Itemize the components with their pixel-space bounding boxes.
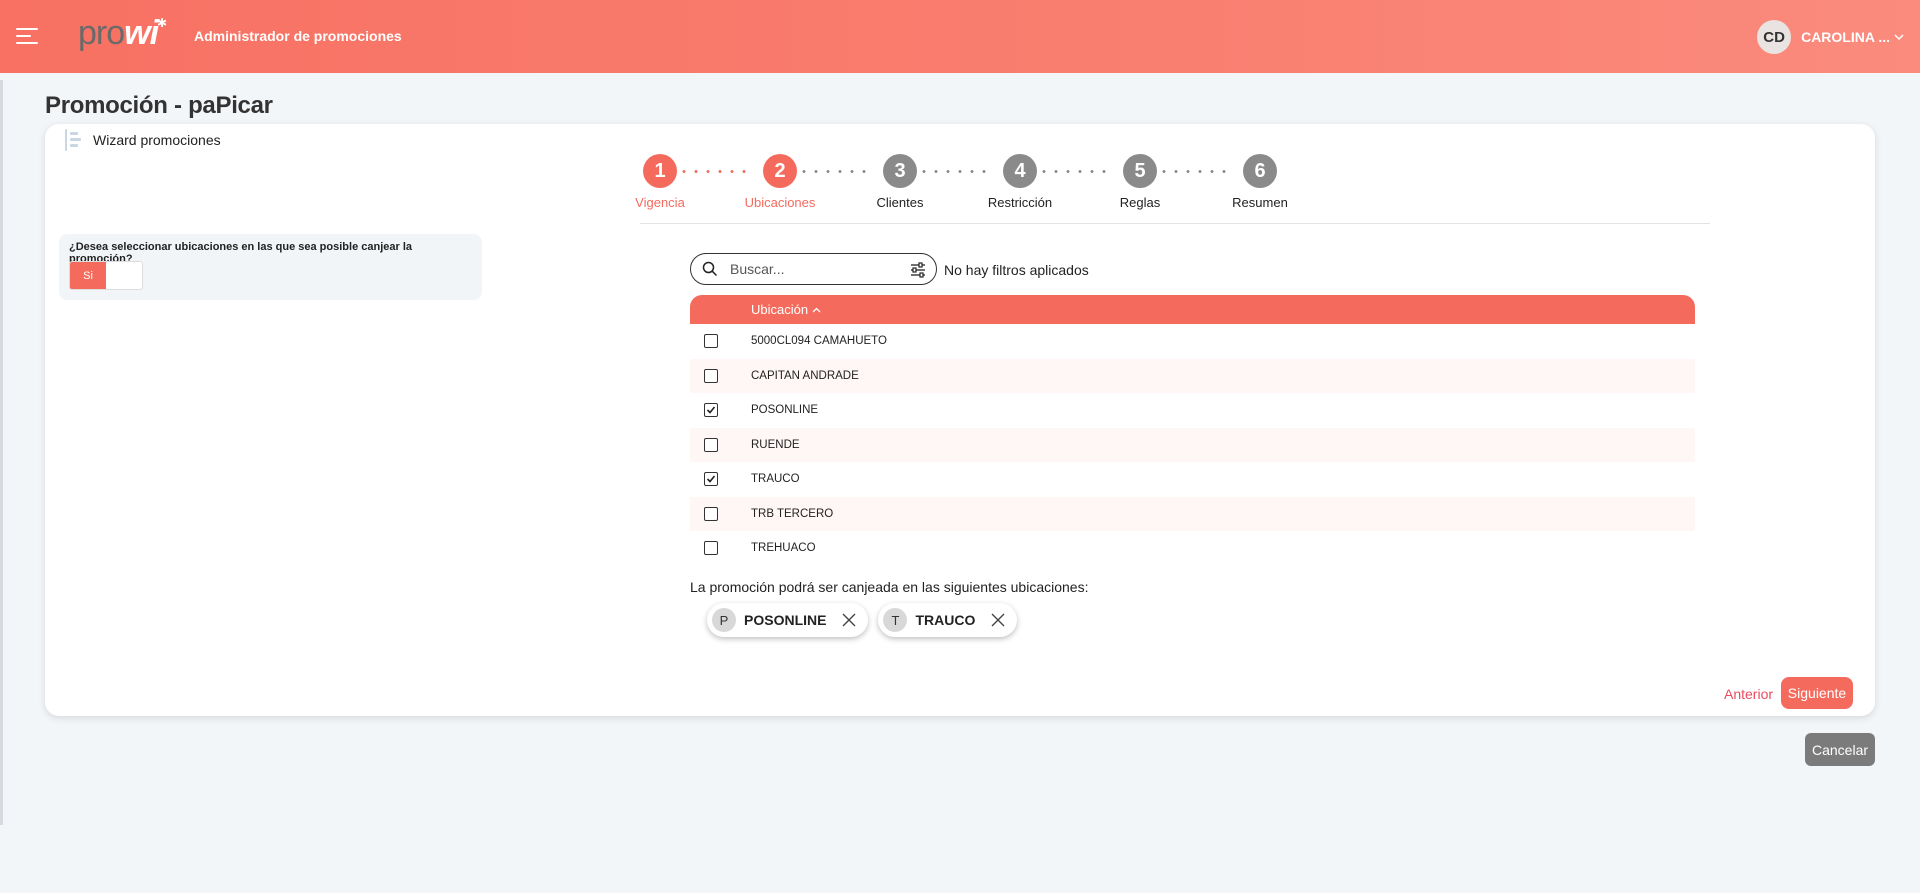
close-icon[interactable]	[987, 609, 1009, 631]
row-checkbox[interactable]	[704, 541, 718, 556]
table-row[interactable]: TREHUACO	[690, 531, 1695, 566]
step-label: Vigencia	[635, 195, 685, 210]
row-checkbox[interactable]	[704, 437, 718, 452]
row-checkbox[interactable]	[704, 472, 718, 487]
app-title: Administrador de promociones	[194, 28, 402, 44]
filter-icon[interactable]	[910, 262, 926, 278]
previous-button[interactable]: Anterior	[1724, 686, 1773, 702]
chip-label: POSONLINE	[744, 612, 827, 628]
location-name: POSONLINE	[751, 404, 819, 417]
step-number: 4	[1003, 154, 1037, 188]
step-clientes[interactable]: 3 Clientes	[850, 154, 950, 210]
top-bar: prowi ✱ Administrador de promociones CD C…	[0, 0, 1920, 73]
search-icon	[702, 261, 718, 277]
page-title: Promoción - paPicar	[45, 92, 273, 119]
column-header-ubicacion[interactable]: Ubicación	[751, 302, 821, 317]
chevron-down-icon	[1894, 30, 1904, 44]
table-row[interactable]: CAPITAN ANDRADE	[690, 358, 1695, 393]
step-label: Reglas	[1119, 195, 1161, 210]
step-number: 1	[643, 154, 677, 188]
table-row[interactable]: TRAUCO	[690, 462, 1695, 497]
selected-chips: P POSONLINE T TRAUCO	[707, 603, 1018, 637]
row-checkbox[interactable]	[704, 403, 718, 418]
chip-label: TRAUCO	[915, 612, 976, 628]
step-number: 5	[1123, 154, 1157, 188]
close-icon[interactable]	[838, 609, 860, 631]
step-reglas[interactable]: 5 Reglas	[1090, 154, 1190, 210]
step-restriccion[interactable]: 4 Restricción	[970, 154, 1070, 210]
stepper-divider	[640, 223, 1710, 224]
step-label: Clientes	[876, 195, 924, 210]
location-name: TRB TERCERO	[751, 507, 834, 520]
selected-locations-info: La promoción podrá ser canjeada en las s…	[690, 579, 1089, 595]
step-vigencia[interactable]: 1 Vigencia	[610, 154, 710, 210]
toggle-on-label: Si	[70, 262, 106, 289]
column-header-label: Ubicación	[751, 302, 809, 317]
search-box	[690, 253, 937, 285]
menu-icon[interactable]	[16, 28, 38, 46]
table-header: Ubicación	[690, 295, 1695, 324]
next-button[interactable]: Siguiente	[1781, 677, 1853, 709]
avatar: CD	[1757, 20, 1792, 54]
table-row[interactable]: 5000CL094 CAMAHUETO	[690, 324, 1695, 359]
step-resumen[interactable]: 6 Resumen	[1210, 154, 1310, 210]
step-number: 3	[883, 154, 917, 188]
chip-trauco: T TRAUCO	[878, 603, 1018, 637]
step-number: 6	[1243, 154, 1277, 188]
locations-toggle[interactable]: Si	[69, 261, 143, 290]
user-menu[interactable]: CD CAROLINA ...	[1757, 20, 1904, 54]
step-ubicaciones[interactable]: 2 Ubicaciones	[730, 154, 830, 210]
location-name: TREHUACO	[751, 542, 816, 555]
wizard-label: Wizard promociones	[63, 129, 221, 151]
question-panel: ¿Desea seleccionar ubicaciones en las qu…	[59, 234, 482, 300]
row-checkbox[interactable]	[704, 506, 718, 521]
location-name: CAPITAN ANDRADE	[751, 369, 859, 382]
wizard-label-text: Wizard promociones	[93, 132, 221, 148]
chip-avatar: P	[712, 608, 736, 632]
sidebar-edge	[0, 80, 3, 825]
step-label: Ubicaciones	[744, 195, 816, 210]
location-name: TRAUCO	[751, 473, 800, 486]
wizard-icon	[63, 129, 83, 151]
user-name: CAROLINA ...	[1801, 29, 1890, 45]
wizard-stepper: 1 Vigencia 2 Ubicaciones 3 Clientes 4 Re…	[610, 154, 1288, 224]
row-checkbox[interactable]	[704, 334, 718, 349]
search-input[interactable]	[730, 261, 890, 277]
cancel-button[interactable]: Cancelar	[1805, 733, 1875, 766]
locations-table: Ubicación 5000CL094 CAMAHUETO CAPITAN AN…	[690, 295, 1695, 566]
sort-asc-icon	[812, 302, 821, 317]
table-row[interactable]: TRB TERCERO	[690, 496, 1695, 531]
row-checkbox[interactable]	[704, 368, 718, 383]
filter-status: No hay filtros aplicados	[944, 262, 1089, 278]
step-label: Resumen	[1232, 195, 1288, 210]
table-row[interactable]: RUENDE	[690, 427, 1695, 462]
location-name: 5000CL094 CAMAHUETO	[751, 335, 887, 348]
chip-avatar: T	[883, 608, 908, 632]
location-name: RUENDE	[751, 438, 800, 451]
step-number: 2	[763, 154, 797, 188]
table-row[interactable]: POSONLINE	[690, 393, 1695, 428]
logo[interactable]: prowi ✱	[78, 14, 167, 53]
step-label: Restricción	[987, 195, 1053, 210]
chip-posonline: P POSONLINE	[707, 603, 869, 637]
